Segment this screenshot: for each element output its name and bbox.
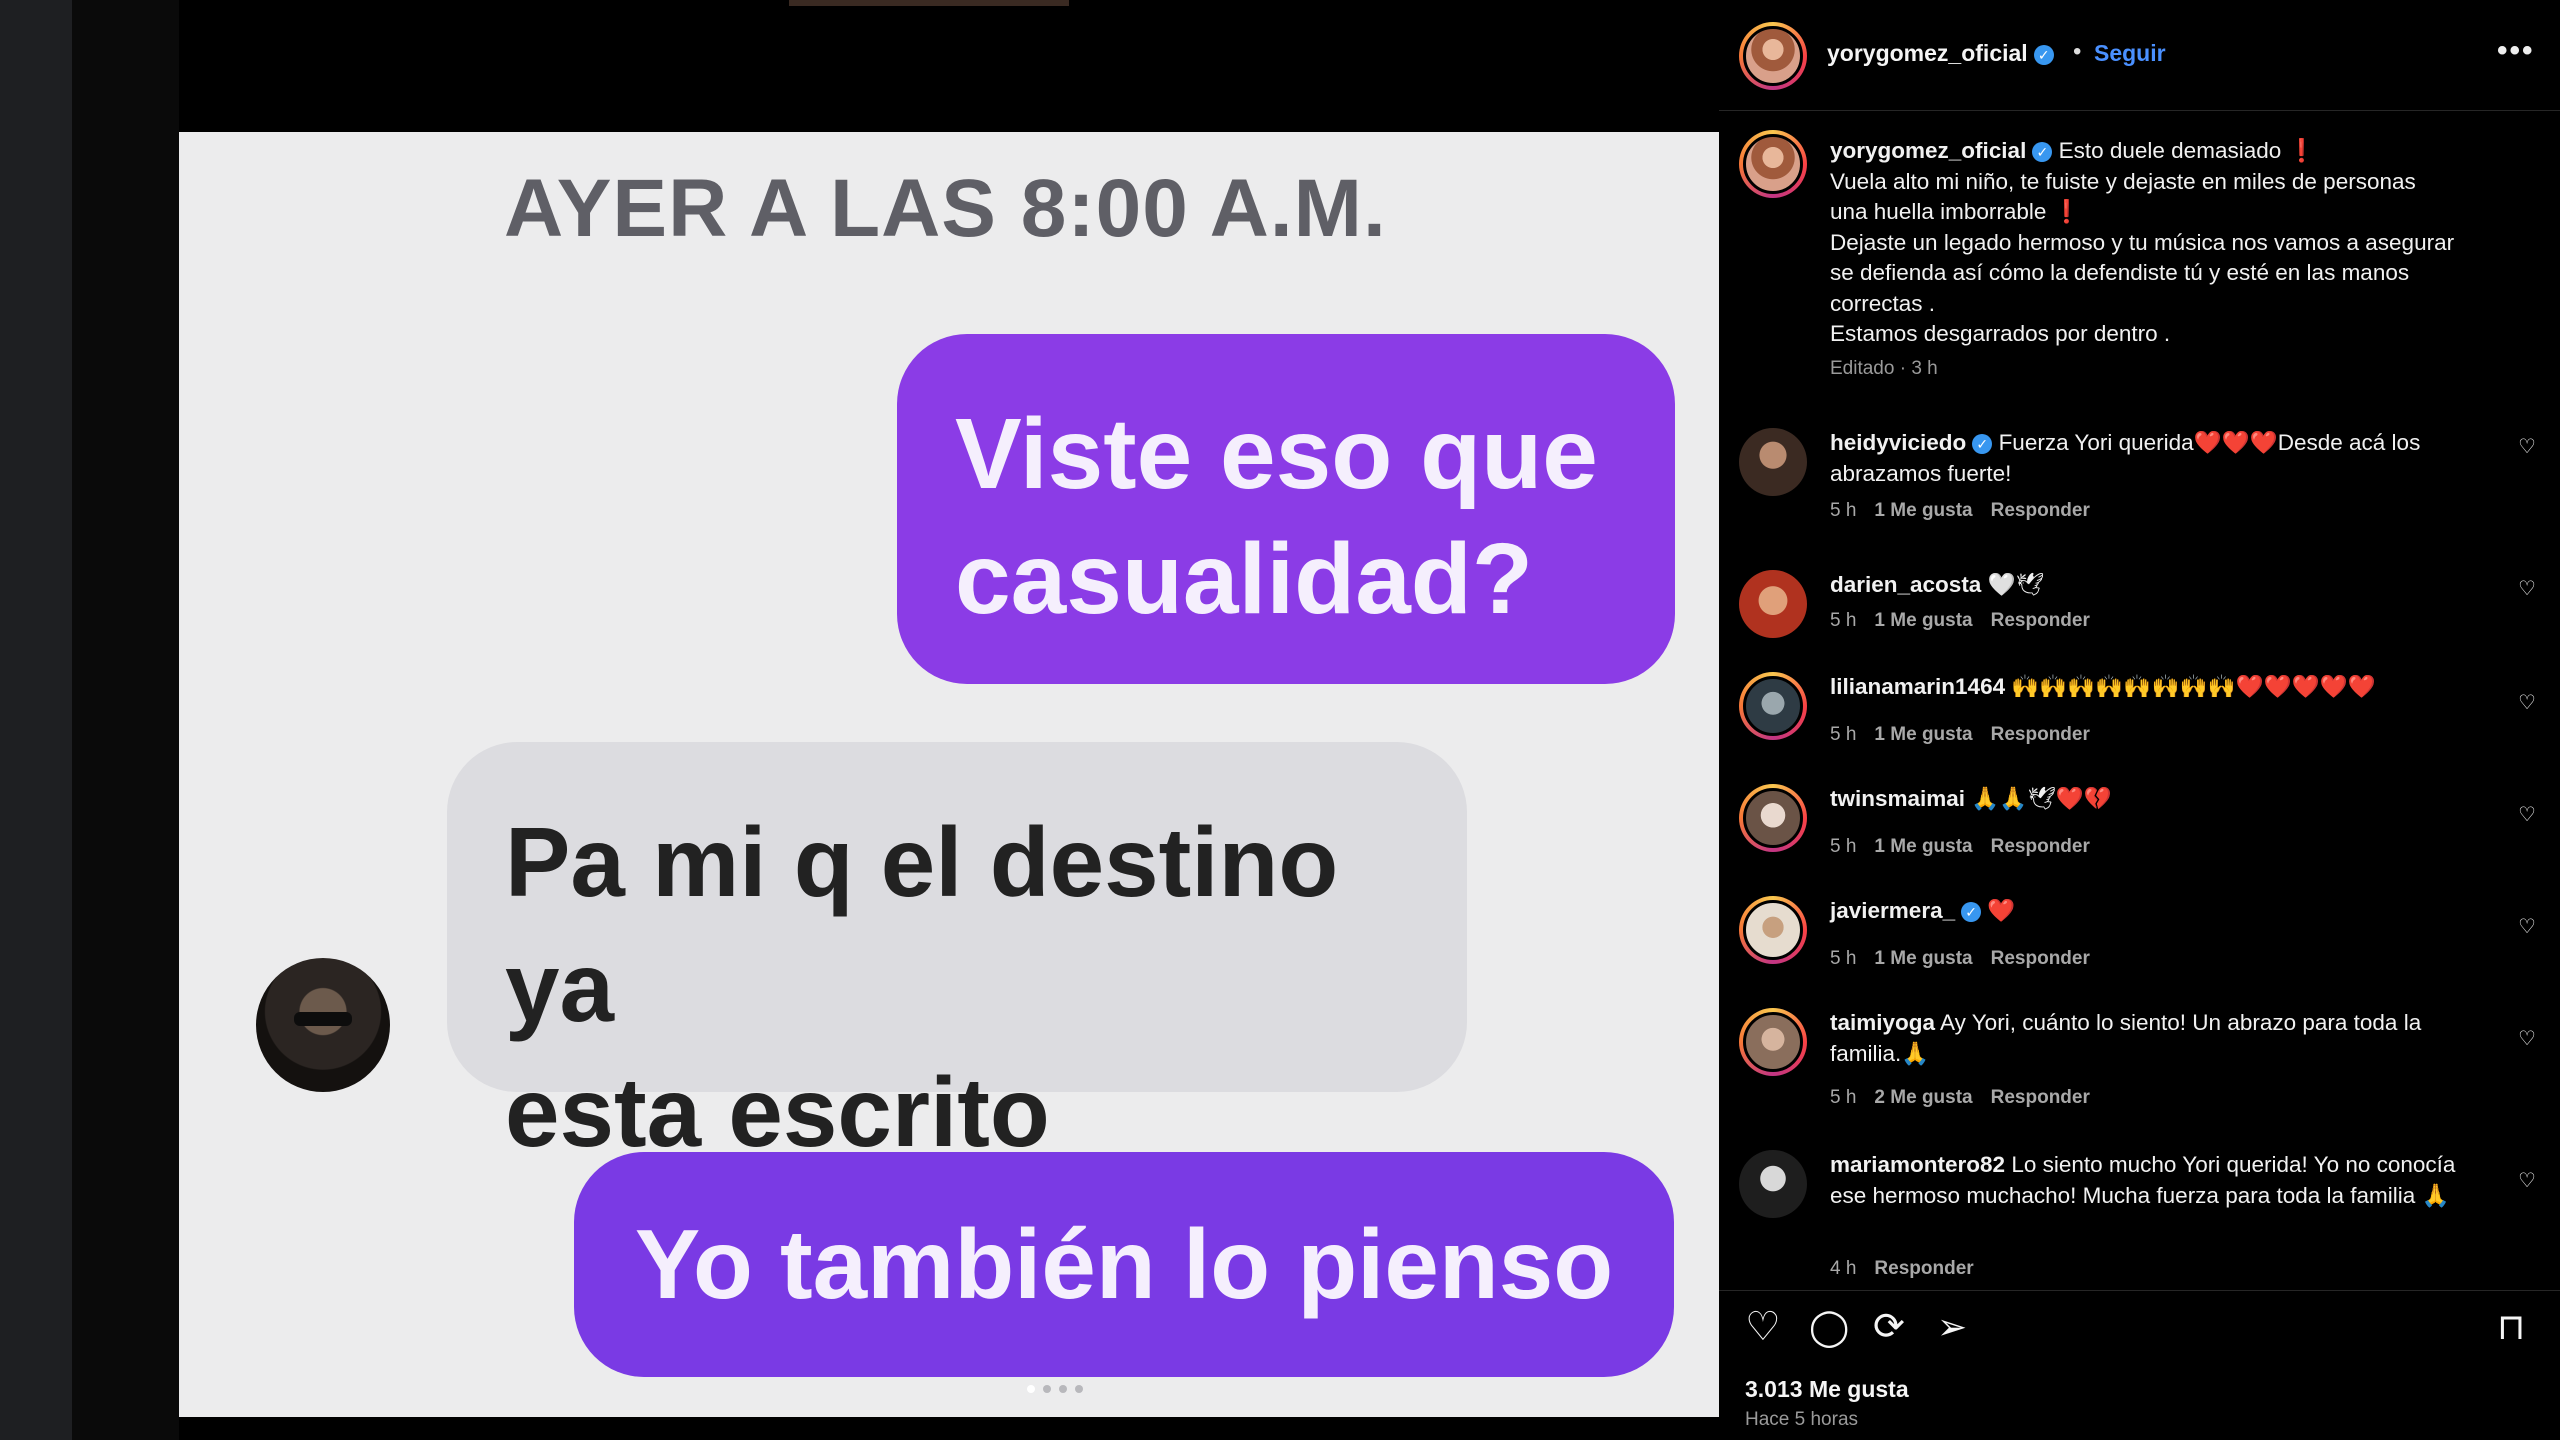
comment-likes[interactable]: 1 Me gusta <box>1874 724 1972 745</box>
comment-likes[interactable]: 1 Me gusta <box>1874 836 1972 857</box>
chat-bubble-received: Pa mi q el destino ya esta escrito <box>447 742 1467 1167</box>
commenter-username[interactable]: lilianamarin1464 <box>1830 674 2005 699</box>
caption-line: Estamos desgarrados por dentro . <box>1830 321 2171 346</box>
reply-button[interactable]: Responder <box>1991 948 2090 969</box>
commenter-avatar[interactable] <box>1739 784 1807 852</box>
comment-likes[interactable]: 1 Me gusta <box>1874 610 1972 631</box>
author-username[interactable]: yorygomez_oficial <box>1827 40 2028 66</box>
caption-line: una huella imborrable <box>1830 199 2047 224</box>
caption-line: se defienda así cómo la defendiste tú y … <box>1830 260 2410 285</box>
more-icon[interactable]: ••• <box>2497 34 2535 68</box>
commenter-username[interactable]: taimiyoga <box>1830 1010 1935 1035</box>
heart-icon[interactable]: ♡ <box>2518 434 2536 459</box>
verified-icon: ✓ <box>1961 902 1982 923</box>
verified-icon: ✓ <box>2032 142 2053 163</box>
reply-button[interactable]: Responder <box>1991 1087 2090 1108</box>
comment-time: 5 h <box>1830 836 1857 857</box>
carousel-dot <box>1059 1385 1067 1393</box>
reply-button[interactable]: Responder <box>1874 1258 1973 1279</box>
caption-username[interactable]: yorygomez_oficial <box>1830 138 2026 163</box>
comment-time: 5 h <box>1830 610 1857 631</box>
chat-bubble-line: Viste eso que <box>955 398 1598 510</box>
comment-likes[interactable]: 1 Me gusta <box>1874 948 1972 969</box>
commenter-avatar[interactable] <box>1739 896 1807 964</box>
comment-time: 5 h <box>1830 724 1857 745</box>
follow-button[interactable]: Seguir <box>2094 40 2166 67</box>
commenter-avatar[interactable] <box>1739 672 1807 740</box>
like-count[interactable]: 3.013 Me gusta <box>1745 1376 1909 1403</box>
divider <box>1719 110 2560 111</box>
caption-line: Vuela alto mi niño, te fuiste y dejaste … <box>1830 168 2416 194</box>
post-time: Hace 5 horas <box>1745 1409 1859 1430</box>
verified-icon: ✓ <box>1972 434 1993 455</box>
carousel-dot <box>1027 1385 1035 1393</box>
carousel-dots <box>1027 1385 1083 1393</box>
chat-bubble-sent-1: Viste eso que casualidad? <box>897 334 1675 684</box>
verified-icon: ✓ <box>2033 44 2054 65</box>
commenter-avatar[interactable] <box>1739 1150 1807 1218</box>
heart-icon[interactable]: ♡ <box>2518 1168 2536 1193</box>
comment-icon[interactable]: ◯ <box>1809 1305 1849 1349</box>
chat-screenshot-image: AYER A LAS 8:00 A.M. Viste eso que casua… <box>179 132 1719 1417</box>
heart-icon[interactable]: ♡ <box>2518 1026 2536 1051</box>
post-caption: yorygomez_oficial ✓ Esto duele demasiado … <box>1830 136 2530 350</box>
comment-text: 🙌🙌🙌🙌🙌🙌🙌🙌❤️❤️❤️❤️❤️ <box>2011 674 2376 699</box>
comment-likes[interactable]: 2 Me gusta <box>1874 1087 1972 1108</box>
chat-bubble-line: casualidad? <box>955 523 1533 635</box>
post-media: AYER A LAS 8:00 A.M. Viste eso que casua… <box>179 0 1719 1440</box>
heart-icon[interactable]: ♡ <box>2518 802 2536 827</box>
caption-edited: Editado · 3 h <box>1830 358 1938 379</box>
send-icon[interactable]: ➢ <box>1937 1305 1967 1349</box>
divider <box>1719 1290 2560 1291</box>
reply-button[interactable]: Responder <box>1991 836 2090 857</box>
heart-icon[interactable]: ♡ <box>1745 1305 1781 1349</box>
carousel-dot <box>1075 1385 1083 1393</box>
repost-icon[interactable]: ⟳ <box>1873 1305 1905 1349</box>
commenter-avatar[interactable] <box>1739 1008 1807 1076</box>
comment-text: 🤍🕊 <box>1987 572 2045 597</box>
exclamation-icon: ❗ <box>2287 138 2316 163</box>
reply-button[interactable]: Responder <box>1991 724 2090 745</box>
comment-time: 5 h <box>1830 1087 1857 1108</box>
commenter-username[interactable]: javiermera_ <box>1830 898 1955 923</box>
comment-text: 🙏🙏🕊❤️💔 <box>1971 786 2112 811</box>
comment-time: 4 h <box>1830 1258 1857 1279</box>
comment-likes[interactable]: 1 Me gusta <box>1874 500 1972 521</box>
commenter-username[interactable]: darien_acosta <box>1830 572 1981 597</box>
author-avatar[interactable] <box>1739 22 1807 90</box>
exclamation-icon: ❗ <box>2052 199 2081 224</box>
caption-line: Dejaste un legado hermoso y tu música no… <box>1830 229 2455 255</box>
commenter-username[interactable]: twinsmaimai <box>1830 786 1965 811</box>
caption-avatar[interactable] <box>1739 130 1807 198</box>
comment-text: ❤️ <box>1987 898 2016 923</box>
chat-bubble-line: Pa mi q el destino ya <box>505 807 1339 1042</box>
caption-line: correctas . <box>1830 290 1936 316</box>
heart-icon[interactable]: ♡ <box>2518 576 2536 601</box>
commenter-avatar[interactable] <box>1739 570 1807 638</box>
previous-post-edge <box>789 0 1069 6</box>
chat-contact-avatar <box>256 958 390 1092</box>
bookmark-icon[interactable]: ⊓ <box>2497 1305 2525 1349</box>
chat-timestamp: AYER A LAS 8:00 A.M. <box>504 163 1387 254</box>
separator-dot: • <box>2073 38 2082 65</box>
commenter-username[interactable]: heidyviciedo <box>1830 430 1966 455</box>
post-sidebar: yorygomez_oficial ✓ • Seguir ••• yorygome… <box>1719 0 2560 1440</box>
heart-icon[interactable]: ♡ <box>2518 690 2536 715</box>
heart-icon[interactable]: ♡ <box>2518 914 2536 939</box>
carousel-dot <box>1043 1385 1051 1393</box>
comment-time: 5 h <box>1830 948 1857 969</box>
comment-time: 5 h <box>1830 500 1857 521</box>
reply-button[interactable]: Responder <box>1991 500 2090 521</box>
reply-button[interactable]: Responder <box>1991 610 2090 631</box>
commenter-username[interactable]: mariamontero82 <box>1830 1152 2005 1177</box>
caption-line: Esto duele demasiado <box>2058 138 2282 163</box>
chat-bubble-sent-2: Yo también lo pienso <box>574 1152 1674 1377</box>
commenter-avatar[interactable] <box>1739 428 1807 496</box>
post-modal: AYER A LAS 8:00 A.M. Viste eso que casua… <box>72 0 2560 1440</box>
